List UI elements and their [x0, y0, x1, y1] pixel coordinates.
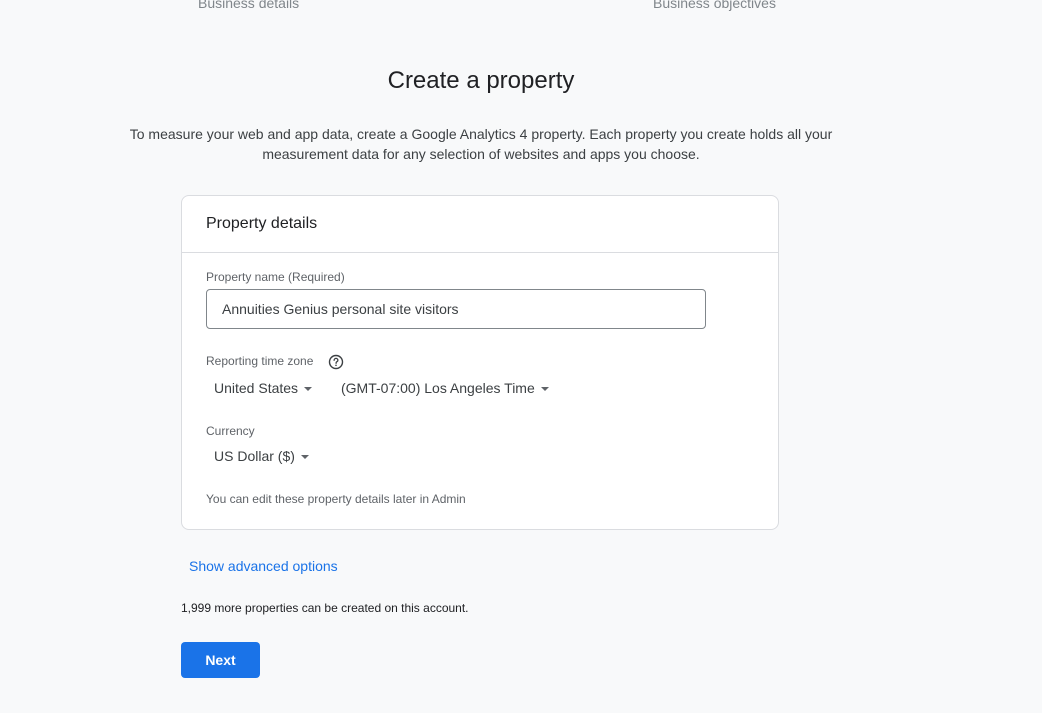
caret-down-icon [300, 454, 309, 459]
card-header: Property details [182, 196, 778, 253]
caret-down-icon [304, 386, 313, 391]
currency-value: US Dollar ($) [214, 448, 295, 464]
currency-label: Currency [206, 424, 255, 438]
show-advanced-options-link[interactable]: Show advanced options [189, 558, 338, 574]
currency-dropdown[interactable]: US Dollar ($) [214, 448, 309, 464]
country-value: United States [214, 380, 299, 396]
next-button[interactable]: Next [181, 642, 260, 678]
page-description: To measure your web and app data, create… [129, 126, 833, 162]
property-details-card: Property details Property name (Required… [181, 195, 779, 530]
timezone-dropdown[interactable]: (GMT-07:00) Los Angeles Time [341, 380, 549, 396]
country-dropdown[interactable]: United States [214, 380, 313, 396]
stepper-step-business-objectives[interactable]: Business objectives [653, 0, 776, 11]
help-circle-icon[interactable] [328, 354, 344, 370]
reporting-time-zone-label: Reporting time zone [206, 354, 314, 368]
property-quota-text: 1,999 more properties can be created on … [181, 601, 469, 615]
edit-later-hint: You can edit these property details late… [206, 492, 466, 506]
stepper-step-business-details[interactable]: Business details [198, 0, 299, 11]
page-title: Create a property [387, 67, 575, 94]
property-name-input[interactable] [206, 289, 706, 329]
timezone-value: (GMT-07:00) Los Angeles Time [341, 380, 535, 396]
caret-down-icon [540, 386, 549, 391]
property-name-label: Property name (Required) [206, 270, 345, 284]
